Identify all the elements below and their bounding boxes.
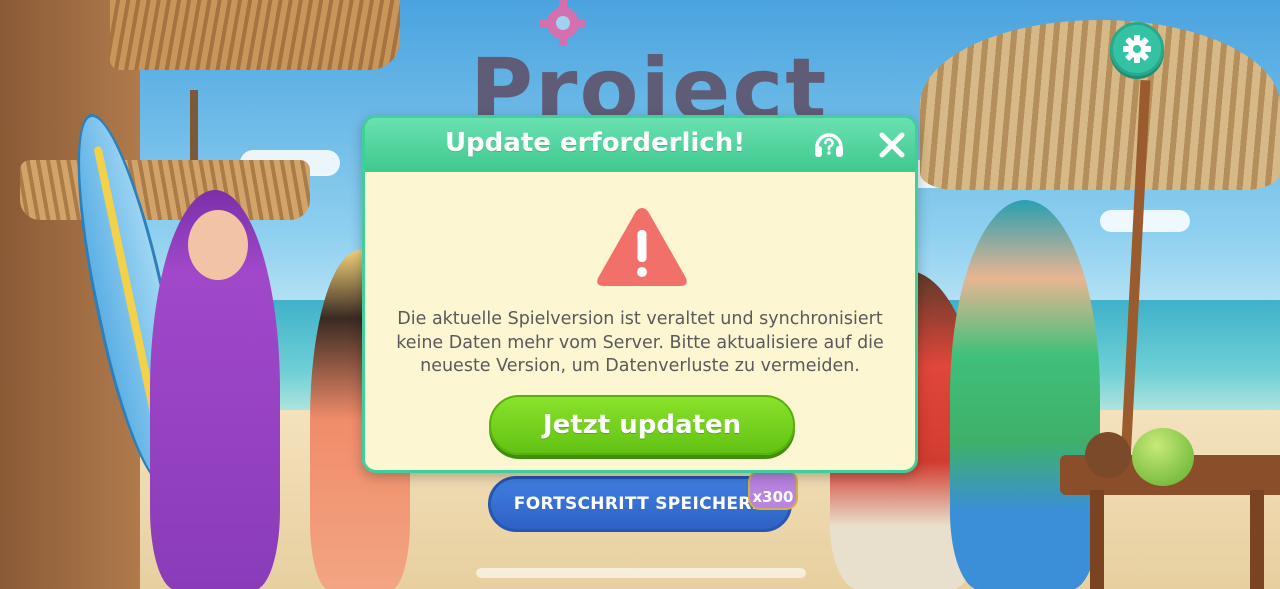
dialog-message: Die aktuelle Spielversion ist veraltet u… — [396, 309, 884, 376]
loading-progress-bar — [476, 568, 806, 578]
update-required-dialog: Update erforderlich! Die aktuelle Spielv… — [362, 115, 918, 473]
character-face — [188, 210, 248, 280]
cloud — [1100, 210, 1190, 232]
headset-question-icon — [815, 133, 843, 157]
reward-badge: x300 — [748, 470, 798, 510]
beach-umbrella — [920, 20, 1280, 190]
dialog-header: Update erforderlich! — [365, 118, 915, 172]
warning-triangle-icon — [597, 208, 687, 286]
settings-button[interactable] — [1110, 22, 1164, 76]
character-man-green-shirt — [950, 200, 1100, 589]
update-now-button[interactable]: Jetzt updaten — [489, 395, 795, 455]
close-icon — [879, 132, 905, 158]
green-coconut-drink — [1132, 428, 1194, 486]
table-leg — [1090, 490, 1104, 589]
close-button[interactable] — [873, 126, 911, 164]
save-progress-button[interactable]: FORTSCHRITT SPEICHERN — [488, 476, 792, 532]
gear-icon — [1123, 35, 1151, 63]
table-leg — [1250, 490, 1264, 589]
coconut-drink — [1085, 432, 1131, 478]
support-button[interactable] — [811, 127, 847, 163]
